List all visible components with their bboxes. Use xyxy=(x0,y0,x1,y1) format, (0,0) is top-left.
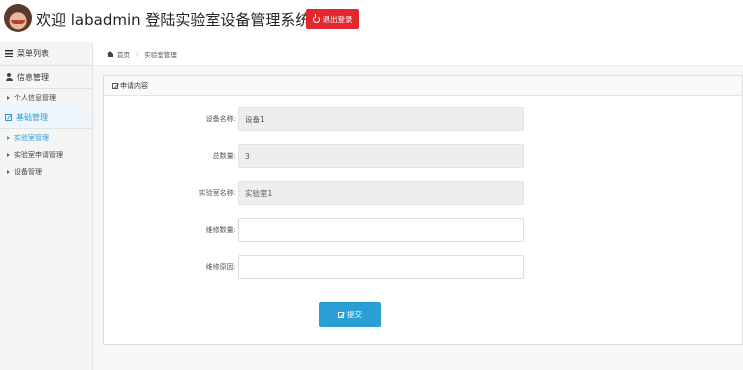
list-icon xyxy=(5,50,13,57)
user-icon xyxy=(5,73,13,81)
form-row-total-quantity: 总数量: 3 xyxy=(104,144,743,168)
sidebar: 菜单列表 信息管理 个人信息管理 基础管理 实验室管理 实验室申请管理 设备管理 xyxy=(0,42,93,370)
panel-title: 申请内容 xyxy=(120,81,148,90)
app-title: 欢迎 labadmin 登陆实验室设备管理系统 xyxy=(36,11,311,29)
equipment-name-field: 设备1 xyxy=(238,107,524,131)
panel-header: 申请内容 xyxy=(104,76,742,96)
logout-button[interactable]: 退出登录 xyxy=(306,9,359,29)
caret-right-icon xyxy=(7,169,10,174)
edit-icon xyxy=(338,311,344,318)
breadcrumb: 首页 / 实验室管理 xyxy=(93,42,743,66)
power-icon xyxy=(312,13,320,23)
repair-quantity-input[interactable] xyxy=(238,218,524,242)
home-icon xyxy=(107,50,114,57)
breadcrumb-separator: / xyxy=(136,49,139,58)
sidebar-item-personal-info[interactable]: 个人信息管理 xyxy=(0,89,92,106)
submit-label: 提交 xyxy=(347,310,362,319)
submit-button[interactable]: 提交 xyxy=(319,302,381,327)
main-content: 申请内容 设备名称: 设备1 总数量: 3 实验室名称: 实验室1 维修数量: … xyxy=(93,66,743,370)
breadcrumb-home[interactable]: 首页 xyxy=(117,49,130,59)
repair-reason-input[interactable] xyxy=(238,255,524,279)
breadcrumb-current: 实验室管理 xyxy=(144,50,177,59)
sidebar-section-label: 信息管理 xyxy=(17,72,49,82)
form-row-lab-name: 实验室名称: 实验室1 xyxy=(104,181,743,205)
field-label: 总数量: xyxy=(212,152,236,160)
lab-name-field: 实验室1 xyxy=(238,181,524,205)
sidebar-section-label: 基础管理 xyxy=(16,112,48,122)
form-row-repair-reason: 维修原因: xyxy=(104,255,743,279)
caret-right-icon xyxy=(7,95,10,100)
field-label: 设备名称: xyxy=(205,115,236,123)
sidebar-item-lab-application[interactable]: 实验室申请管理 xyxy=(0,146,92,163)
caret-right-icon xyxy=(7,152,10,157)
field-label: 实验室名称: xyxy=(198,189,236,197)
edit-icon xyxy=(112,82,118,89)
sidebar-section-info[interactable]: 信息管理 xyxy=(0,66,92,89)
sidebar-heading-label: 菜单列表 xyxy=(17,49,49,58)
form-row-repair-quantity: 维修数量: xyxy=(104,218,743,242)
total-quantity-field: 3 xyxy=(238,144,524,168)
logout-label: 退出登录 xyxy=(322,14,353,24)
edit-icon xyxy=(5,113,12,121)
field-label: 维修原因: xyxy=(205,263,236,271)
field-label: 维修数量: xyxy=(205,226,236,234)
sidebar-heading: 菜单列表 xyxy=(0,42,92,66)
avatar[interactable] xyxy=(4,4,32,32)
sidebar-item-equipment[interactable]: 设备管理 xyxy=(0,163,92,180)
sidebar-item-label: 个人信息管理 xyxy=(14,93,56,102)
sidebar-item-lab[interactable]: 实验室管理 xyxy=(0,129,92,146)
form-row-equipment-name: 设备名称: 设备1 xyxy=(104,107,743,131)
sidebar-item-label: 实验室申请管理 xyxy=(14,150,63,159)
app-header: 欢迎 labadmin 登陆实验室设备管理系统 退出登录 xyxy=(0,0,743,40)
caret-right-icon xyxy=(7,135,10,140)
sidebar-item-label: 实验室管理 xyxy=(14,133,49,142)
sidebar-item-label: 设备管理 xyxy=(14,167,42,176)
application-panel: 申请内容 设备名称: 设备1 总数量: 3 实验室名称: 实验室1 维修数量: … xyxy=(103,75,743,345)
sidebar-section-basic[interactable]: 基础管理 xyxy=(0,106,92,129)
